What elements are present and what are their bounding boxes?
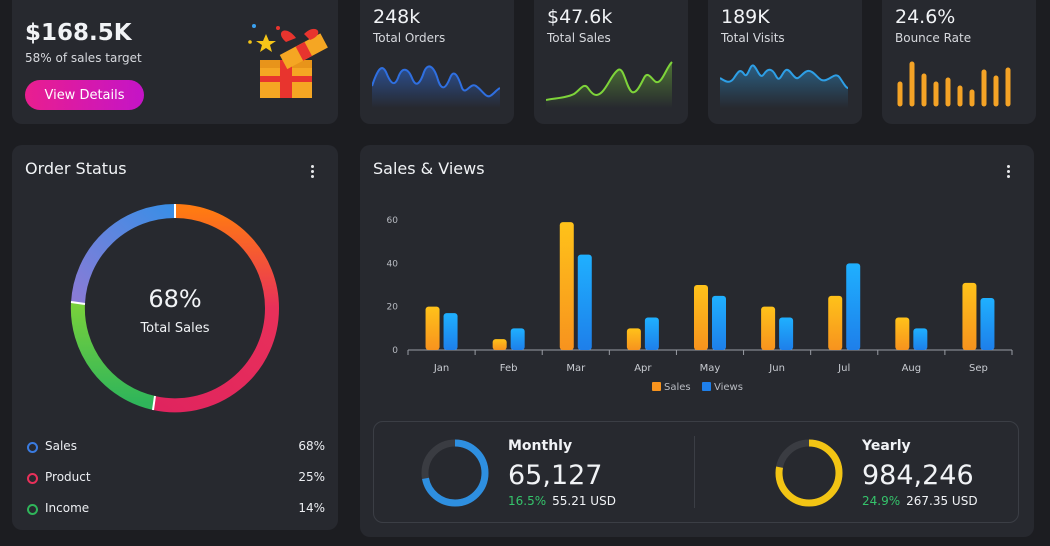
bar-sales-feb[interactable] xyxy=(492,339,507,350)
yearly-subline: 24.9% 267.35 USD xyxy=(862,494,978,508)
bar-sales-jun[interactable] xyxy=(761,306,776,350)
bar-views-apr[interactable] xyxy=(644,317,659,351)
sales-target-subtitle: 58% of sales target xyxy=(25,51,142,65)
monthly-subline: 16.5% 55.21 USD xyxy=(508,494,616,508)
legend-percent: 14% xyxy=(298,501,325,515)
legend-name: Income xyxy=(45,501,90,515)
y-tick-label: 60 xyxy=(387,216,399,226)
bar-sales-jul[interactable] xyxy=(828,295,843,350)
order-status-center-value: 68% xyxy=(148,285,202,313)
yearly-value: 984,246 xyxy=(862,460,974,491)
kpi-label: Total Visits xyxy=(721,31,785,45)
legend-label-sales[interactable]: Sales xyxy=(664,382,691,393)
legend-dot xyxy=(27,504,38,515)
x-tick-label: Aug xyxy=(902,363,922,374)
x-tick-label: Sep xyxy=(969,363,988,374)
legend-item-sales: Sales 68% xyxy=(27,439,325,457)
sales-views-bar-chart: 0 20 40 60 Jan Feb Mar Apr May Jun Jul Aug Sep Sales V… xyxy=(387,216,1013,393)
x-tick-label: Mar xyxy=(566,363,586,374)
kpi-label: Bounce Rate xyxy=(895,31,972,45)
legend-swatch-sales xyxy=(652,382,661,391)
kpi-value: $47.6k xyxy=(547,6,613,28)
kpi-value: 248k xyxy=(373,6,421,28)
legend-swatch-views xyxy=(702,382,711,391)
sales-summary-panel: Monthly 65,127 16.5% 55.21 USD Yearly 984… xyxy=(373,421,1019,523)
total-sales-sparkline xyxy=(546,61,673,108)
order-status-more-icon[interactable] xyxy=(311,165,315,180)
legend-percent: 25% xyxy=(298,470,325,484)
gift-icon xyxy=(248,24,328,98)
yearly-progress-ring xyxy=(775,439,843,507)
bar-views-jan[interactable] xyxy=(443,313,458,350)
sales-target-card: $168.5K 58% of sales target View Details xyxy=(12,0,338,124)
order-status-title: Order Status xyxy=(25,159,127,178)
bar-views-aug[interactable] xyxy=(913,328,928,350)
legend-percent: 68% xyxy=(298,439,325,453)
yearly-percent: 24.9% xyxy=(862,494,901,508)
monthly-summary: Monthly 65,127 16.5% 55.21 USD xyxy=(420,422,680,522)
bar-sales-aug[interactable] xyxy=(895,317,910,351)
bar-views-may[interactable] xyxy=(712,295,726,350)
legend-item-product: Product 25% xyxy=(27,470,325,488)
kpi-value: 189K xyxy=(721,6,770,28)
bar-sales-apr[interactable] xyxy=(626,328,641,350)
bar-sales-may[interactable] xyxy=(694,285,708,350)
monthly-progress-ring xyxy=(421,439,489,507)
x-tick-label: Apr xyxy=(634,363,652,374)
y-tick-label: 0 xyxy=(392,346,398,356)
monthly-usd: 55.21 USD xyxy=(552,494,616,508)
yearly-summary: Yearly 984,246 24.9% 267.35 USD xyxy=(774,422,1014,522)
kpi-value: 24.6% xyxy=(895,6,956,28)
yearly-title: Yearly xyxy=(862,438,911,454)
bar-sales-jan[interactable] xyxy=(425,306,440,350)
bar-views-jul[interactable] xyxy=(846,263,861,350)
bar-sales-sep[interactable] xyxy=(962,282,977,350)
x-tick-label: Jul xyxy=(837,363,850,374)
monthly-title: Monthly xyxy=(508,438,573,454)
total-visits-sparkline xyxy=(720,64,848,108)
bar-views-jun[interactable] xyxy=(779,317,794,351)
legend-dot xyxy=(27,473,38,484)
bar-sales-mar[interactable] xyxy=(559,222,574,350)
x-tick-label: May xyxy=(700,363,721,374)
sales-amount: $168.5K xyxy=(25,20,132,46)
y-tick-label: 40 xyxy=(387,259,399,269)
monthly-percent: 16.5% xyxy=(508,494,547,508)
order-status-card: Order Status 68% Total Sales Sales 68% P… xyxy=(12,145,338,530)
bar-views-feb[interactable] xyxy=(510,328,525,350)
order-status-center-label: Total Sales xyxy=(140,321,210,336)
x-tick-label: Feb xyxy=(500,363,518,374)
sales-views-card: Sales & Views 0 20 40 60 Jan Feb Mar Apr May Jun J… xyxy=(360,145,1034,537)
bounce-rate-minibars xyxy=(897,61,1011,107)
legend-item-income: Income 14% xyxy=(27,501,325,519)
total-orders-card: 248k Total Orders xyxy=(360,0,514,124)
x-tick-label: Jun xyxy=(768,363,785,374)
summary-divider xyxy=(694,436,695,508)
view-details-button[interactable]: View Details xyxy=(25,80,144,110)
kpi-label: Total Sales xyxy=(547,31,611,45)
bar-views-sep[interactable] xyxy=(980,298,995,350)
yearly-usd: 267.35 USD xyxy=(906,494,978,508)
bounce-rate-card: 24.6% Bounce Rate xyxy=(882,0,1036,124)
bar-views-mar[interactable] xyxy=(577,254,592,350)
total-orders-sparkline xyxy=(372,65,500,108)
legend-name: Product xyxy=(45,470,91,484)
legend-name: Sales xyxy=(45,439,77,453)
legend-dot xyxy=(27,442,38,453)
total-visits-card: 189K Total Visits xyxy=(708,0,862,124)
monthly-value: 65,127 xyxy=(508,460,603,491)
x-tick-label: Jan xyxy=(433,363,449,374)
kpi-label: Total Orders xyxy=(373,31,446,45)
total-sales-card: $47.6k Total Sales xyxy=(534,0,688,124)
y-tick-label: 20 xyxy=(387,303,399,313)
legend-label-views[interactable]: Views xyxy=(714,382,743,393)
